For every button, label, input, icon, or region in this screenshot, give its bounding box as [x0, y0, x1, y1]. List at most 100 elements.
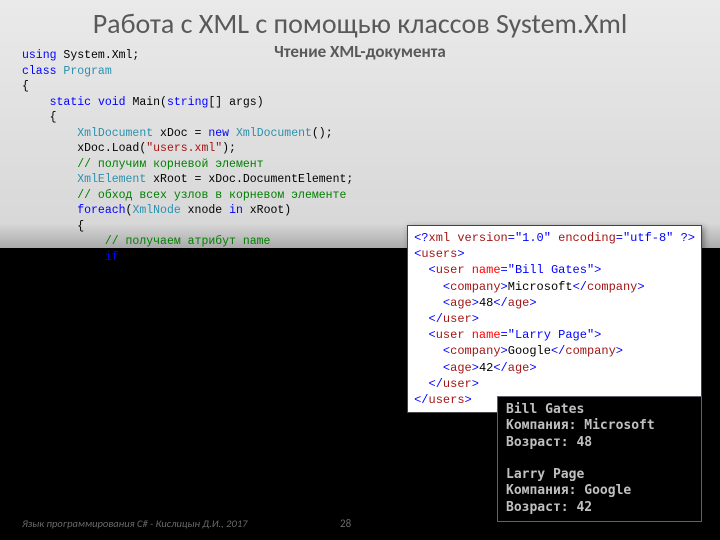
code-token: xnode	[181, 204, 229, 217]
code-token: "users.xml"	[146, 142, 222, 155]
xml-token: age	[450, 296, 472, 310]
xml-token: age	[508, 296, 530, 310]
csharp-code-block: using System.Xml; class Program { static…	[22, 48, 353, 265]
xml-token: >	[594, 328, 601, 342]
code-token	[22, 158, 77, 171]
code-token: xDoc =	[153, 127, 208, 140]
xml-token: <	[414, 328, 436, 342]
code-token: );	[222, 142, 236, 155]
xml-token: </	[551, 344, 565, 358]
console-line: Возраст: 48	[506, 435, 592, 450]
console-line: Компания: Google	[506, 483, 631, 498]
code-token: (xnode.ChildNodes.Count>0)	[119, 251, 298, 264]
footer-text: Язык программирования C# - Кислицын Д.И.…	[22, 517, 247, 530]
xml-token: company	[450, 280, 500, 294]
xml-token: >	[472, 361, 479, 375]
code-token: Program	[63, 65, 111, 78]
console-output-box: Bill Gates Компания: Microsoft Возраст: …	[497, 396, 702, 522]
code-token	[22, 189, 77, 202]
code-token: {	[22, 111, 57, 124]
code-token: xRoot)	[243, 204, 291, 217]
xml-token: =	[508, 231, 515, 245]
code-token: // обход всех узлов в корневом элементе	[77, 189, 346, 202]
console-line: Larry Page	[506, 467, 584, 482]
code-token	[22, 96, 50, 109]
xml-token: >	[472, 296, 479, 310]
xml-token: </	[414, 377, 443, 391]
xml-token: user	[443, 377, 472, 391]
xml-token: >	[501, 344, 508, 358]
xml-token: </	[414, 393, 428, 407]
xml-token: user	[436, 263, 465, 277]
xml-token: >	[457, 247, 464, 261]
xml-token: <?	[414, 231, 428, 245]
xml-token: age	[508, 361, 530, 375]
code-token: // получим корневой элемент	[77, 158, 263, 171]
console-line: Компания: Microsoft	[506, 418, 655, 433]
xml-token: ?>	[673, 231, 695, 245]
code-token: {	[22, 220, 84, 233]
xml-token: </	[493, 296, 507, 310]
code-token: XmlNode	[132, 204, 180, 217]
code-token: // получаем атрибут name	[105, 235, 271, 248]
code-token: Main(	[126, 96, 167, 109]
code-token: XmlDocument	[77, 127, 153, 140]
xml-token: =	[616, 231, 623, 245]
code-token: new	[208, 127, 229, 140]
code-token: string	[167, 96, 208, 109]
xml-token: 42	[479, 361, 493, 375]
code-token: in	[229, 204, 243, 217]
code-token: XmlDocument	[236, 127, 312, 140]
code-token	[22, 127, 77, 140]
xml-token: encoding	[551, 231, 616, 245]
xml-token: </	[414, 312, 443, 326]
code-token	[22, 204, 77, 217]
code-token: System.Xml;	[57, 49, 140, 62]
code-token: {	[22, 80, 29, 93]
code-token	[91, 96, 98, 109]
xml-token	[465, 263, 472, 277]
xml-token: user	[436, 328, 465, 342]
code-token: class	[22, 65, 57, 78]
code-token	[22, 251, 105, 264]
code-token: static	[50, 96, 91, 109]
xml-token: >	[637, 280, 644, 294]
xml-token: >	[529, 361, 536, 375]
xml-token: >	[616, 344, 623, 358]
code-token: xDoc.Load(	[22, 142, 146, 155]
console-line: Bill Gates	[506, 402, 584, 417]
xml-token: name	[472, 328, 501, 342]
xml-token: >	[594, 263, 601, 277]
page-title: Работа с XML с помощью классов System.Xm…	[0, 0, 720, 41]
xml-token: >	[465, 393, 472, 407]
xml-token: 48	[479, 296, 493, 310]
xml-token: company	[450, 344, 500, 358]
xml-token: >	[529, 296, 536, 310]
xml-token: </	[573, 280, 587, 294]
xml-token: "1.0"	[515, 231, 551, 245]
xml-token: <	[414, 280, 450, 294]
xml-token: company	[587, 280, 637, 294]
xml-token: "Bill Gates"	[508, 263, 594, 277]
xml-token: <	[414, 361, 450, 375]
xml-token: >	[472, 312, 479, 326]
xml-token: user	[443, 312, 472, 326]
code-token: xRoot = xDoc.DocumentElement;	[146, 173, 353, 186]
xml-token: xml version	[429, 231, 508, 245]
xml-token: </	[493, 361, 507, 375]
code-token	[229, 127, 236, 140]
console-line: Возраст: 42	[506, 500, 592, 515]
xml-token: <	[414, 263, 436, 277]
code-token	[22, 173, 77, 186]
xml-token: "utf-8"	[623, 231, 673, 245]
xml-token: "Larry Page"	[508, 328, 594, 342]
code-token: ();	[312, 127, 333, 140]
xml-token: Google	[508, 344, 551, 358]
xml-token: age	[450, 361, 472, 375]
xml-token: users	[429, 393, 465, 407]
code-token: using	[22, 49, 57, 62]
slide-top-panel: Работа с XML с помощью классов System.Xm…	[0, 0, 720, 248]
xml-token: <	[414, 344, 450, 358]
code-token: if	[105, 251, 119, 264]
xml-token: company	[565, 344, 615, 358]
